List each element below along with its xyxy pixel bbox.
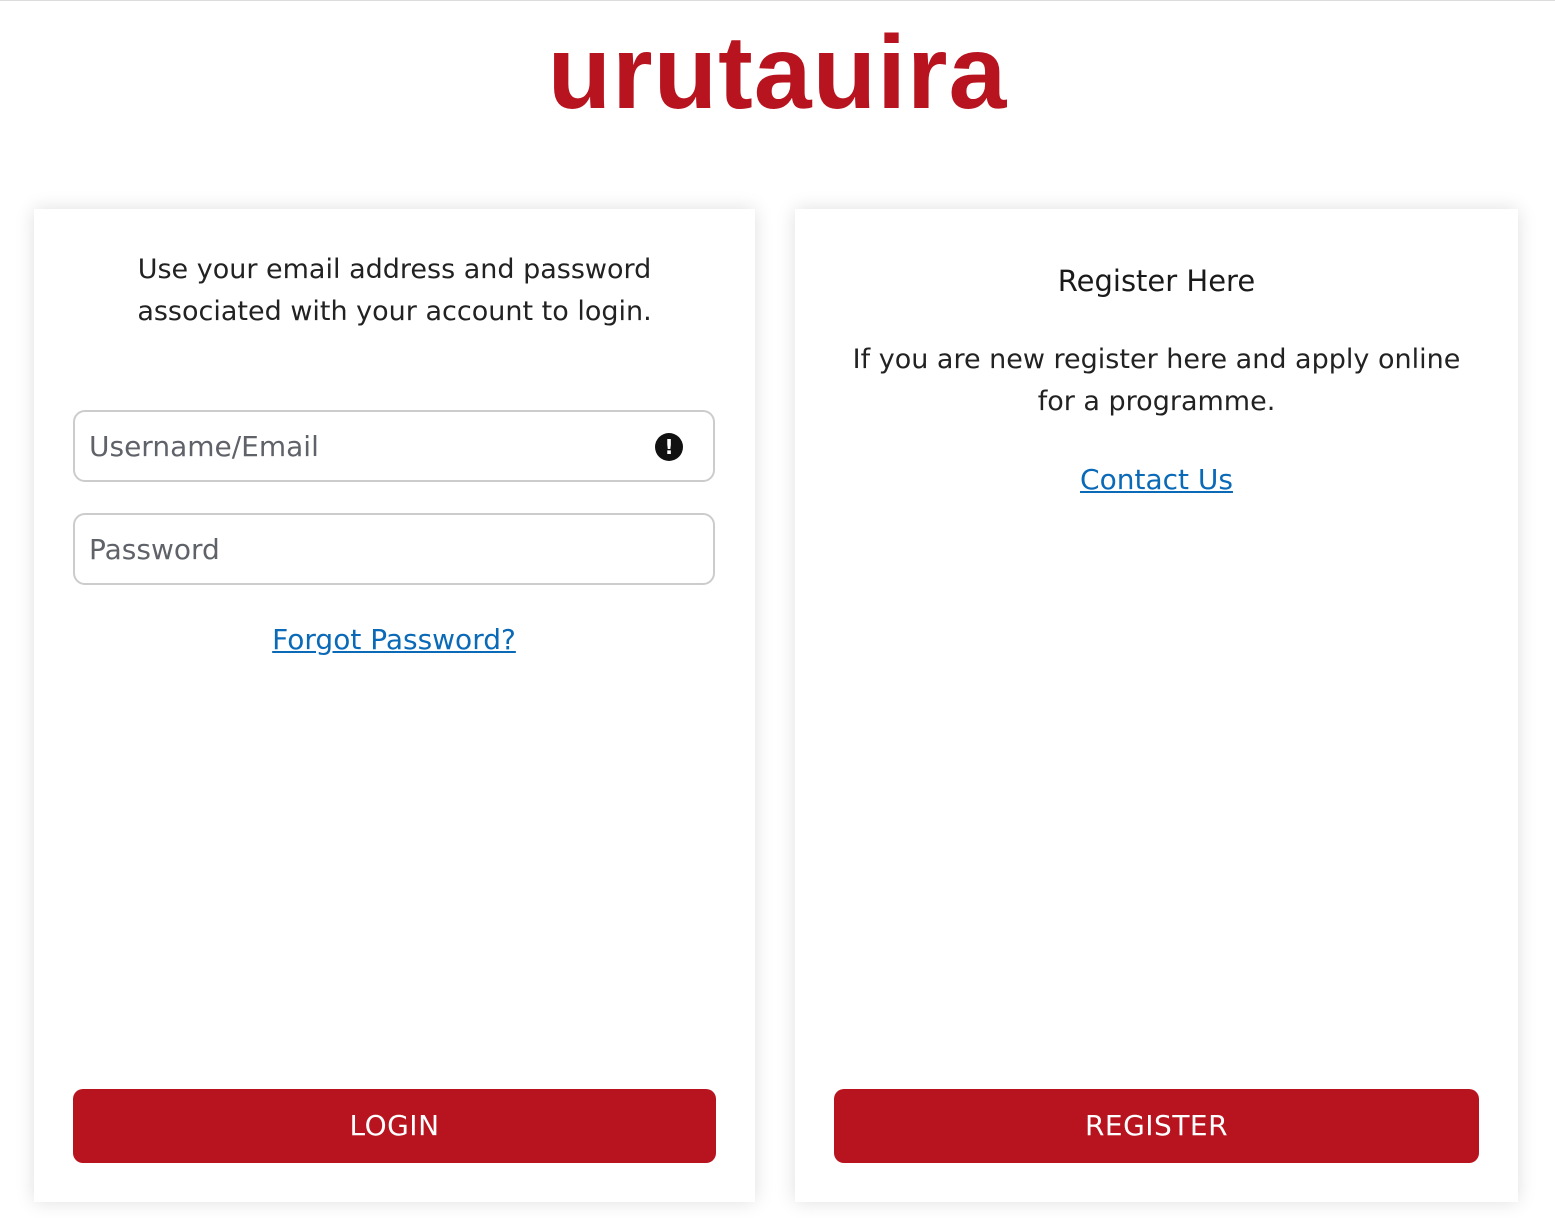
register-button[interactable]: REGISTER [834,1089,1479,1163]
username-input[interactable] [89,412,649,480]
forgot-password-link[interactable]: Forgot Password? [73,620,715,660]
register-title: Register Here [1057,264,1256,298]
password-input[interactable] [89,515,649,583]
contact-us-link[interactable]: Contact Us [795,460,1518,500]
password-field[interactable] [73,513,715,585]
exclamation-circle-icon: ! [655,433,683,461]
login-instructions: Use your email address and password asso… [137,254,652,327]
register-card: Register Here If you are new register he… [795,209,1518,1202]
login-button[interactable]: LOGIN [73,1089,716,1163]
register-description: If you are new register here and apply o… [852,344,1461,417]
brand-logo: urutauira [547,15,1008,131]
username-field[interactable]: ! [73,410,715,482]
login-card: Use your email address and password asso… [34,209,755,1202]
login-page: urutauira Use your email address and pas… [0,0,1555,1218]
